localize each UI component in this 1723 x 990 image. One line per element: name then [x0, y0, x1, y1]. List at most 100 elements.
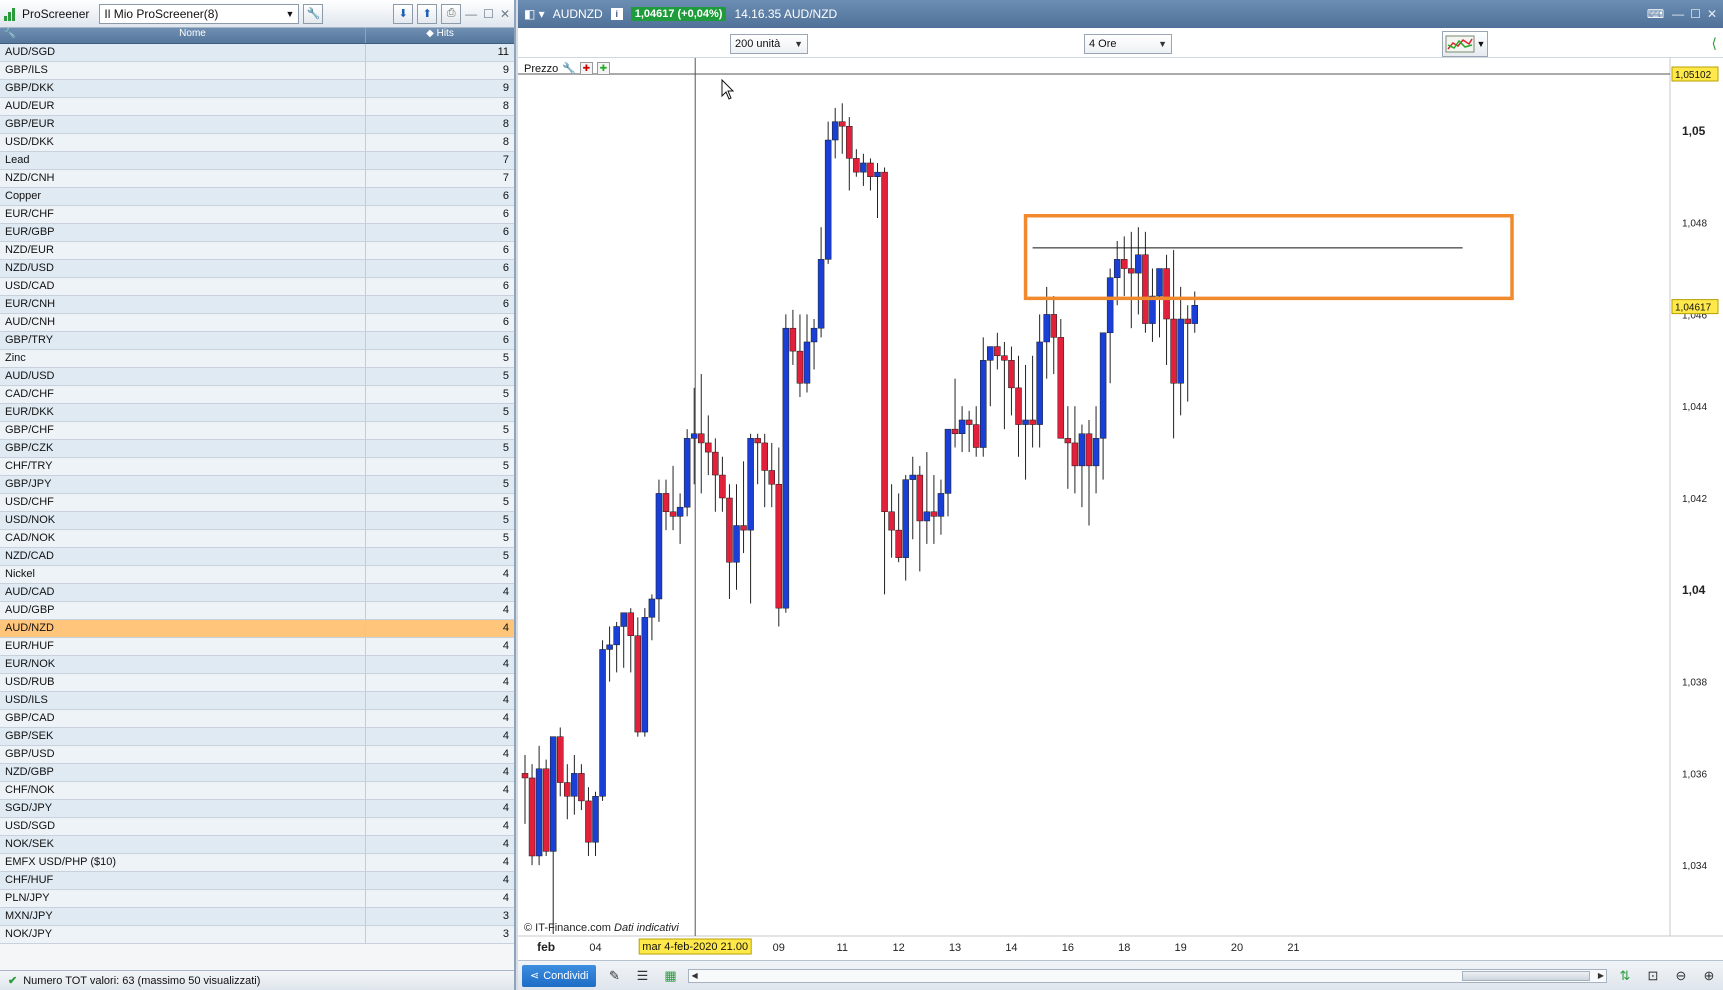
chevron-down-icon: ▼	[794, 39, 803, 49]
scroll-left-icon[interactable]: ◀	[691, 971, 697, 980]
table-row[interactable]: USD/CHF 5	[0, 494, 514, 512]
chart-window-icon[interactable]: ◧ ▾	[524, 7, 545, 21]
table-row[interactable]: SGD/JPY 4	[0, 800, 514, 818]
table-row[interactable]: NOK/JPY 3	[0, 926, 514, 944]
table-row[interactable]: USD/CAD 6	[0, 278, 514, 296]
wrench-icon[interactable]: 🔧	[0, 28, 20, 43]
table-row[interactable]: GBP/SEK 4	[0, 728, 514, 746]
table-row[interactable]: AUD/CNH 6	[0, 314, 514, 332]
table-row[interactable]: EUR/NOK 4	[0, 656, 514, 674]
table-row[interactable]: GBP/TRY 6	[0, 332, 514, 350]
table-row[interactable]: GBP/EUR 8	[0, 116, 514, 134]
table-row[interactable]: GBP/ILS 9	[0, 62, 514, 80]
table-row[interactable]: GBP/CZK 5	[0, 440, 514, 458]
column-hits[interactable]: ◆ Hits	[366, 28, 514, 43]
row-name: CHF/NOK	[0, 782, 366, 799]
panel-toggle-icon[interactable]: ⟨	[1712, 35, 1717, 52]
arrow-down-icon[interactable]: ⬇	[393, 3, 414, 24]
zoom-fit-icon[interactable]: ⊡	[1643, 966, 1663, 986]
row-hits: 5	[502, 460, 509, 472]
table-row[interactable]: USD/SGD 4	[0, 818, 514, 836]
table-row[interactable]: NZD/GBP 4	[0, 764, 514, 782]
table-row[interactable]: USD/DKK 8	[0, 134, 514, 152]
table-row[interactable]: USD/NOK 5	[0, 512, 514, 530]
table-row[interactable]: GBP/CHF 5	[0, 422, 514, 440]
close-icon[interactable]: ✕	[1707, 7, 1717, 21]
table-row[interactable]: AUD/EUR 8	[0, 98, 514, 116]
table-row[interactable]: CHF/TRY 5	[0, 458, 514, 476]
timeframe-select[interactable]: 4 Ore ▼	[1084, 34, 1172, 54]
wrench-icon[interactable]: 🔧	[562, 62, 576, 75]
app-root: ProScreener Il Mio ProScreener(8) ▼ 🔧 ⬇ …	[0, 0, 1723, 990]
arrow-up-icon[interactable]: ⬆	[417, 3, 438, 24]
column-name[interactable]: Nome	[20, 28, 366, 43]
table-row[interactable]: CAD/CHF 5	[0, 386, 514, 404]
wrench-icon[interactable]: 🔧	[303, 3, 324, 24]
table-row[interactable]: CHF/NOK 4	[0, 782, 514, 800]
keyboard-icon[interactable]: ⌨	[1647, 7, 1664, 21]
close-icon[interactable]: ✕	[500, 7, 510, 21]
table-row[interactable]: AUD/GBP 4	[0, 602, 514, 620]
chart-type-button[interactable]: ▼	[1442, 31, 1488, 57]
print-icon[interactable]: ⎙	[441, 3, 462, 24]
table-row[interactable]: PLN/JPY 4	[0, 890, 514, 908]
row-name: NZD/GBP	[0, 764, 366, 781]
maximize-icon[interactable]: ☐	[1690, 7, 1701, 21]
screener-list-select[interactable]: Il Mio ProScreener(8) ▼	[99, 3, 300, 24]
table-row[interactable]: Zinc 5	[0, 350, 514, 368]
table-row[interactable]: MXN/JPY 3	[0, 908, 514, 926]
chart-scrollbar[interactable]: ◀ ▶	[688, 968, 1607, 983]
table-row[interactable]: NZD/CAD 5	[0, 548, 514, 566]
table-row[interactable]: GBP/USD 4	[0, 746, 514, 764]
scrollbar-thumb[interactable]	[1462, 970, 1590, 981]
table-row[interactable]: EUR/HUF 4	[0, 638, 514, 656]
table-row[interactable]: GBP/JPY 5	[0, 476, 514, 494]
zoom-out-icon[interactable]: ⊖	[1671, 966, 1691, 986]
x-tick-label: 11	[837, 942, 848, 954]
chart-symbol[interactable]: AUDNZD	[553, 7, 603, 21]
row-name: CHF/HUF	[0, 872, 366, 889]
cursor-date: mar 4-feb-2020 21.00	[642, 941, 748, 953]
table-row[interactable]: USD/ILS 4	[0, 692, 514, 710]
price-chart[interactable]: 1,051,0481,0461,0441,0421,041,0381,0361,…	[518, 58, 1723, 960]
table-row[interactable]: EUR/CHF 6	[0, 206, 514, 224]
autoscale-icon[interactable]: ⇅	[1615, 966, 1635, 986]
minimize-icon[interactable]: —	[1672, 7, 1684, 21]
table-row[interactable]: Lead 7	[0, 152, 514, 170]
table-row[interactable]: NZD/CNH 7	[0, 170, 514, 188]
table-row[interactable]: NOK/SEK 4	[0, 836, 514, 854]
draw-tool-icon[interactable]: ✎	[604, 966, 624, 986]
table-row[interactable]: GBP/CAD 4	[0, 710, 514, 728]
table-row[interactable]: EUR/CNH 6	[0, 296, 514, 314]
table-row[interactable]: CAD/NOK 5	[0, 530, 514, 548]
list-icon[interactable]: ☰	[632, 966, 652, 986]
scroll-right-icon[interactable]: ▶	[1598, 971, 1604, 980]
info-icon[interactable]: i	[610, 8, 623, 20]
table-row[interactable]: EMFX USD/PHP ($10) 4	[0, 854, 514, 872]
table-row[interactable]: NZD/EUR 6	[0, 242, 514, 260]
table-row[interactable]: AUD/SGD 11	[0, 44, 514, 62]
maximize-icon[interactable]: ☐	[483, 7, 494, 21]
units-select[interactable]: 200 unità ▼	[730, 34, 808, 54]
minimize-icon[interactable]: —	[465, 7, 477, 21]
table-row[interactable]: AUD/USD 5	[0, 368, 514, 386]
add-indicator-icon[interactable]: ✚	[596, 62, 610, 75]
table-row[interactable]: AUD/CAD 4	[0, 584, 514, 602]
share-button[interactable]: ⋖ Condividi	[522, 964, 597, 987]
indicators-icon[interactable]: ▦	[660, 966, 680, 986]
table-row[interactable]: USD/RUB 4	[0, 674, 514, 692]
table-row[interactable]: NZD/USD 6	[0, 260, 514, 278]
y-tick-label: 1,034	[1682, 861, 1707, 872]
table-row[interactable]: EUR/DKK 5	[0, 404, 514, 422]
table-row[interactable]: EUR/GBP 6	[0, 224, 514, 242]
row-hits: 5	[502, 496, 509, 508]
table-row[interactable]: Nickel 4	[0, 566, 514, 584]
remove-indicator-icon[interactable]: ✚	[579, 62, 593, 75]
candle-body	[676, 506, 684, 517]
table-row[interactable]: GBP/DKK 9	[0, 80, 514, 98]
zoom-in-icon[interactable]: ⊕	[1699, 966, 1719, 986]
table-row[interactable]: CHF/HUF 4	[0, 872, 514, 890]
candle-body	[528, 777, 536, 857]
table-row[interactable]: Copper 6	[0, 188, 514, 206]
table-row[interactable]: AUD/NZD 4	[0, 620, 514, 638]
